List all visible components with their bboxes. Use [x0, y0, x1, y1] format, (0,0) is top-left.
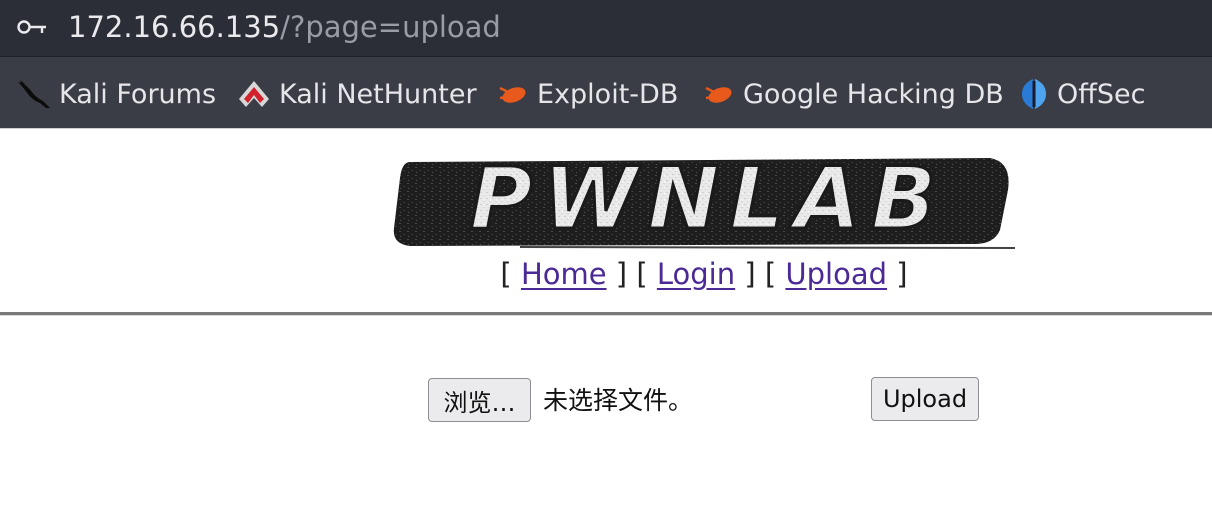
- exploitdb-bug-icon: [499, 86, 526, 103]
- bookmark-google-hacking-db[interactable]: Google Hacking DB: [702, 76, 1004, 112]
- bookmark-label: OffSec: [1057, 78, 1146, 110]
- bookmark-offsec[interactable]: OffSec: [1018, 76, 1145, 112]
- bookmark-kali-nethunter[interactable]: Kali NetHunter: [236, 76, 477, 112]
- bookmark-label: Kali Forums: [59, 78, 217, 110]
- bookmark-label: Exploit-DB: [537, 78, 679, 110]
- bookmark-kali-forums[interactable]: Kali Forums: [16, 76, 216, 112]
- key-icon: [17, 20, 46, 34]
- bracket-separator: ] [: [615, 257, 648, 291]
- kali-dragon-icon: [18, 80, 50, 108]
- nav-upload-link[interactable]: Upload: [785, 257, 887, 291]
- url-path: /?page=upload: [280, 10, 501, 44]
- viewport-top-edge: [0, 128, 1212, 129]
- no-file-selected-text: 未选择文件。: [543, 386, 694, 415]
- nav-login-link[interactable]: Login: [657, 257, 735, 291]
- address-bar[interactable]: 172.16.66.135/?page=upload: [0, 0, 1212, 56]
- horizontal-rule: [0, 312, 1212, 316]
- site-nav: [ Home ] [ Login ] [ Upload ]: [0, 254, 1212, 294]
- logo-text: PWNLAB: [470, 150, 947, 249]
- browse-file-button[interactable]: 浏览…: [428, 378, 531, 422]
- upload-submit-button[interactable]: Upload: [871, 377, 979, 421]
- bookmark-label: Kali NetHunter: [279, 78, 477, 110]
- exploitdb-bug-icon: [705, 86, 732, 103]
- bookmark-exploit-db[interactable]: Exploit-DB: [496, 76, 678, 112]
- offsec-icon: [1022, 79, 1046, 109]
- pwnlab-logo: PWNLAB: [393, 150, 1016, 251]
- bookmark-label: Google Hacking DB: [743, 78, 1004, 110]
- nethunter-icon: [239, 81, 269, 107]
- bracket-separator: ] [: [744, 257, 777, 291]
- url-text[interactable]: 172.16.66.135/?page=upload: [68, 9, 501, 45]
- bookmarks-toolbar: Kali Forums Kali NetHunter Exploit-DB Go…: [0, 56, 1212, 128]
- bracket-close: ]: [896, 257, 908, 291]
- bracket-open: [: [500, 257, 512, 291]
- nav-home-link[interactable]: Home: [521, 257, 607, 291]
- url-host: 172.16.66.135: [68, 10, 281, 44]
